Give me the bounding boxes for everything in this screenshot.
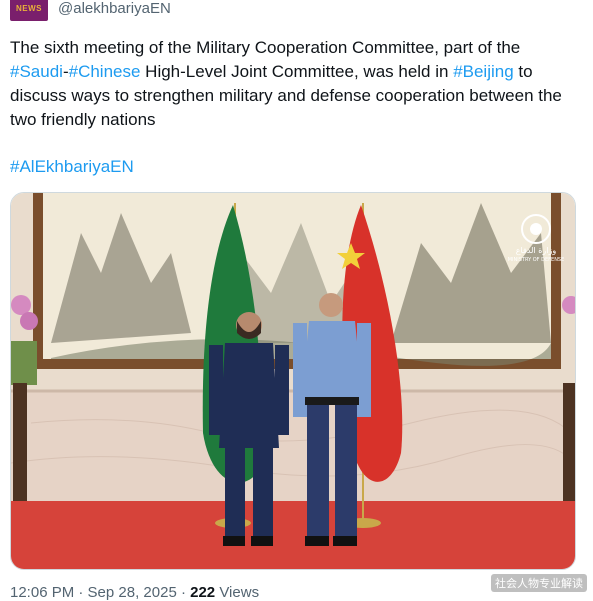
timestamp[interactable]: 12:06 PM · Sep 28, 2025 · xyxy=(10,584,190,601)
text-part: The sixth meeting of the Military Cooper… xyxy=(10,38,521,57)
hashtag-beijing[interactable]: #Beijing xyxy=(453,62,514,81)
text-part: High-Level Joint Committee, was held in xyxy=(140,62,454,81)
photo-scene: وزارة الدفاع MINISTRY OF DEFENSE xyxy=(11,193,575,569)
views-count: 222 xyxy=(190,584,216,601)
hashtag-chinese[interactable]: #Chinese xyxy=(69,62,141,81)
svg-text:MINISTRY OF DEFENSE: MINISTRY OF DEFENSE xyxy=(508,257,565,263)
avatar[interactable]: NEWS xyxy=(10,0,48,21)
hashtag-saudi[interactable]: #Saudi xyxy=(10,62,63,81)
avatar-text: NEWS xyxy=(16,3,42,13)
tweet-text: The sixth meeting of the Military Cooper… xyxy=(10,36,580,132)
tweet-meta: 12:06 PM · Sep 28, 2025 · 222 Views xyxy=(10,584,259,601)
hashtag-alekhbariyaen[interactable]: #AlEkhbariyaEN xyxy=(10,157,134,176)
tweet-photo[interactable]: وزارة الدفاع MINISTRY OF DEFENSE xyxy=(10,192,576,570)
watermark: 社会人物专业解读 xyxy=(491,574,587,592)
views-label: Views xyxy=(215,584,260,601)
user-handle[interactable]: @alekhbariyaEN xyxy=(58,0,171,17)
tweet-header: NEWS @alekhbariyaEN xyxy=(10,0,171,22)
svg-text:وزارة الدفاع: وزارة الدفاع xyxy=(516,246,557,255)
